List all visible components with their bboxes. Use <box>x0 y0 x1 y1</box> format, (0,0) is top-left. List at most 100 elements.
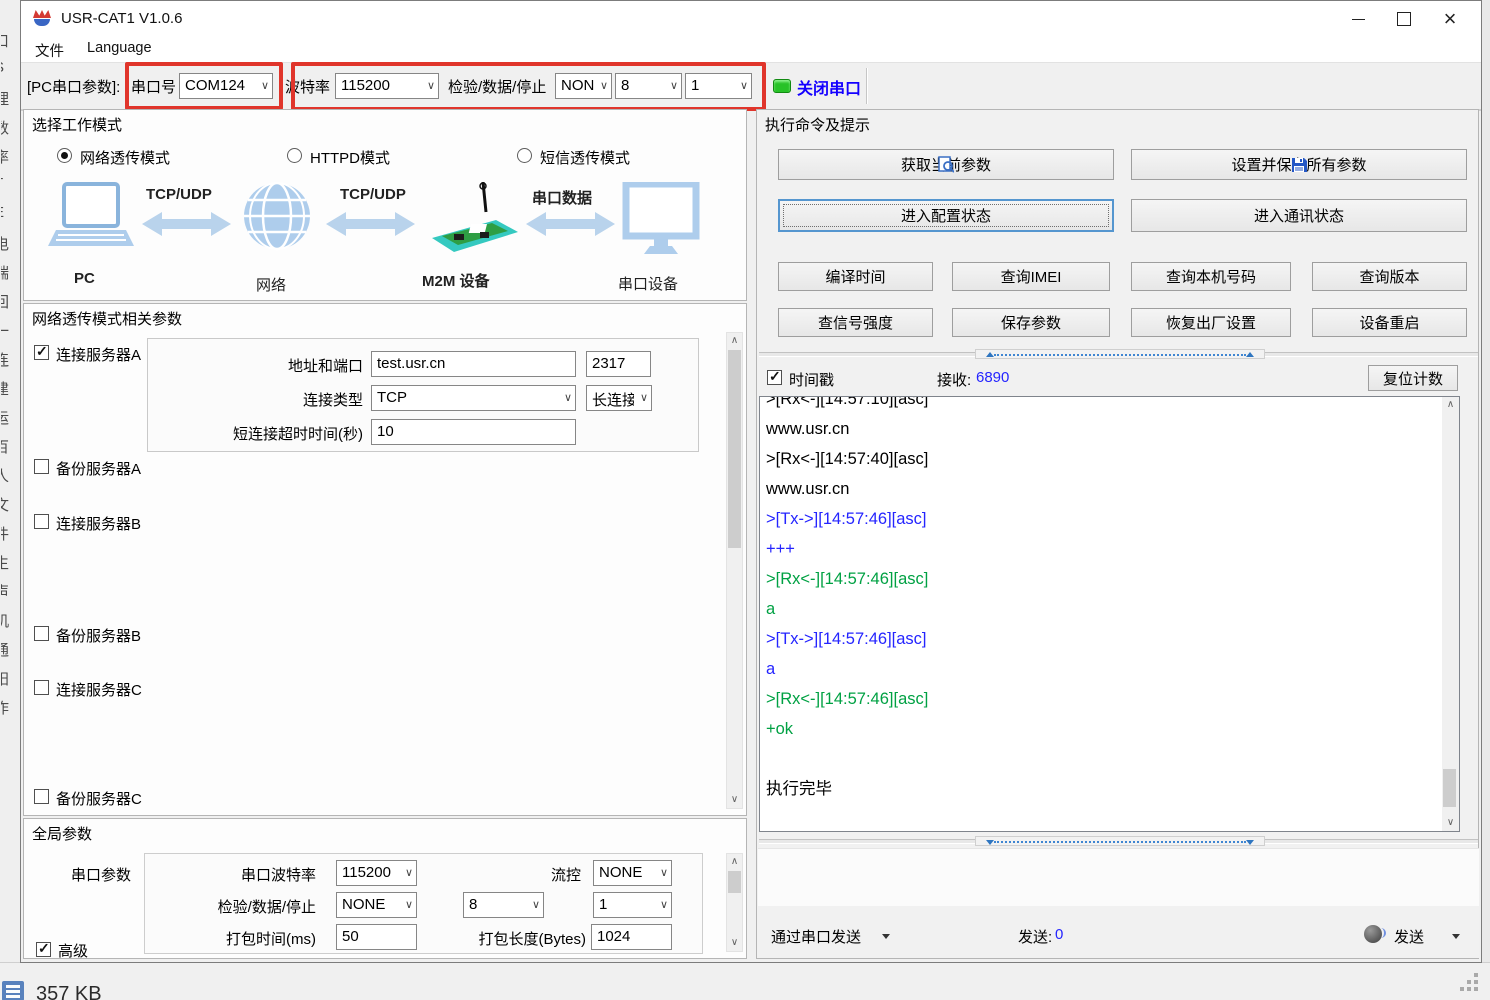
send-via-serial-dropdown[interactable]: 通过串口发送 <box>771 926 861 947</box>
server-a-checkbox[interactable]: ✓ <box>34 345 49 360</box>
global-data-bits-select[interactable]: 8∨ <box>463 892 544 918</box>
factory-reset-button[interactable]: 恢复出厂设置 <box>1131 308 1291 337</box>
short-conn-timeout-label: 短连接超时时间(秒) <box>153 423 363 444</box>
query-signal-button[interactable]: 查信号强度 <box>778 308 933 337</box>
scrollbar-thumb[interactable] <box>728 350 741 548</box>
serial-params-box: 串口波特率 115200∨ 流控 NONE∨ 检验/数据/停止 NONE∨ 8∨… <box>144 853 703 954</box>
scroll-down-icon[interactable]: ∨ <box>727 792 742 808</box>
log-line: >[Rx<-][14:57:46][asc] <box>766 564 1459 594</box>
chevron-down-icon[interactable] <box>882 934 890 939</box>
chevron-down-icon: ∨ <box>640 391 648 404</box>
scroll-up-icon[interactable]: ∧ <box>727 854 742 870</box>
command-panel: 执行命令及提示 获取当前参数 设置并保存所有参数 <box>756 109 1479 959</box>
conn-type-label: 连接类型 <box>153 389 363 410</box>
log-splitter-top[interactable] <box>759 349 1478 359</box>
send-button[interactable]: 发送 <box>1394 926 1424 947</box>
pack-time-input[interactable]: 50 <box>336 924 417 950</box>
log-splitter-bottom[interactable] <box>759 836 1478 846</box>
global-parity-select[interactable]: NONE∨ <box>336 892 417 918</box>
minimize-button[interactable] <box>1335 1 1381 37</box>
close-button[interactable]: × <box>1427 1 1473 37</box>
conn-type-select[interactable]: TCP∨ <box>371 385 576 411</box>
close-icon: × <box>1444 9 1457 29</box>
chevron-down-icon: ∨ <box>405 866 413 879</box>
background-text-fragment: 生 <box>1 552 21 581</box>
radio-net-transparent-label: 网络透传模式 <box>80 147 170 168</box>
pack-length-input[interactable]: 1024 <box>591 924 672 950</box>
arrow-icon <box>142 212 231 236</box>
maximize-button[interactable] <box>1381 1 1427 37</box>
server-a-label: 连接服务器A <box>56 344 141 365</box>
enter-config-state-button[interactable]: 进入配置状态 <box>778 199 1114 232</box>
close-port-button[interactable]: 关闭串口 <box>797 75 861 99</box>
server-a-port-input[interactable]: 2317 <box>586 351 651 377</box>
background-text-fragment: 端 <box>1 262 21 291</box>
send-textarea[interactable] <box>758 848 1479 907</box>
background-text-fragment: 连 <box>1 349 21 378</box>
background-text-fragment: S <box>1 59 21 88</box>
radio-net-transparent-mode[interactable] <box>57 148 72 163</box>
server-a-address-input[interactable]: test.usr.cn <box>371 351 576 377</box>
scrollbar-thumb[interactable] <box>1443 769 1456 807</box>
recv-count: 6890 <box>976 369 1009 386</box>
scroll-down-icon[interactable]: ∨ <box>727 935 742 951</box>
device-restart-button[interactable]: 设备重启 <box>1312 308 1467 337</box>
global-baud-select[interactable]: 115200∨ <box>336 860 417 886</box>
node-pc-label: PC <box>74 270 95 287</box>
flow-control-select[interactable]: NONE∨ <box>593 860 672 886</box>
scroll-up-icon[interactable]: ∧ <box>727 333 742 349</box>
keep-alive-select[interactable]: 长连接∨ <box>586 385 652 411</box>
screen: 口S理数率TE电端回一连建运百人文件生声机通阳作 357 KB USR-CAT1… <box>0 0 1490 1000</box>
scroll-up-icon[interactable]: ∧ <box>1442 397 1459 413</box>
background-file-size: 357 KB <box>36 983 102 1000</box>
log-textarea[interactable]: >[Rx<-][14:57:10][asc]www.usr.cn>[Rx<-][… <box>759 396 1460 832</box>
flow-control-label: 流控 <box>481 864 581 885</box>
chevron-down-icon[interactable] <box>1452 934 1460 939</box>
log-scrollbar[interactable]: ∧ ∨ <box>1442 397 1459 831</box>
backup-server-a-checkbox[interactable]: ✓ <box>34 459 49 474</box>
save-params-button[interactable]: 保存参数 <box>952 308 1110 337</box>
server-b-checkbox[interactable]: ✓ <box>34 514 49 529</box>
toolbar: [PC串口参数]: 串口号 COM124∨ 波特率 115200∨ 检验/数据/… <box>21 62 1481 111</box>
pc-serial-params-label: [PC串口参数]: <box>27 76 120 97</box>
advanced-checkbox[interactable]: ✓ <box>36 942 51 957</box>
enter-comm-state-button[interactable]: 进入通讯状态 <box>1131 199 1467 232</box>
get-params-button[interactable]: 获取当前参数 <box>778 149 1114 180</box>
short-conn-timeout-input[interactable]: 10 <box>371 419 576 445</box>
global-stop-bits-select[interactable]: 1∨ <box>593 892 672 918</box>
background-text-fragment: 人 <box>1 465 21 494</box>
log-line <box>766 744 1459 774</box>
serial-params-label: 串口参数 <box>71 864 131 885</box>
backup-server-b-checkbox[interactable]: ✓ <box>34 626 49 641</box>
query-phone-number-button[interactable]: 查询本机号码 <box>1131 262 1291 291</box>
addr-port-label: 地址和端口 <box>153 355 363 376</box>
query-imei-button[interactable]: 查询IMEI <box>952 262 1110 291</box>
pack-time-label: 打包时间(ms) <box>151 928 316 949</box>
timestamp-checkbox[interactable]: ✓ <box>767 370 782 385</box>
speaker-icon <box>1364 925 1382 943</box>
server-b-label: 连接服务器B <box>56 513 141 534</box>
menu-file[interactable]: 文件 <box>35 40 64 61</box>
background-text-fragment: T <box>1 175 21 204</box>
menu-language[interactable]: Language <box>87 40 152 56</box>
net-params-scrollbar[interactable]: ∧ ∨ <box>726 332 743 809</box>
magnifier-doc-icon <box>938 156 954 173</box>
scroll-down-icon[interactable]: ∨ <box>1442 815 1459 831</box>
compile-time-button[interactable]: 编译时间 <box>778 262 933 291</box>
reset-count-button[interactable]: 复位计数 <box>1368 365 1458 391</box>
radio-sms-mode[interactable] <box>517 148 532 163</box>
backup-server-c-checkbox[interactable]: ✓ <box>34 789 49 804</box>
node-m2m-label: M2M 设备 <box>422 270 490 291</box>
background-text-fragment: 百 <box>1 436 21 465</box>
link-tcp-udp-2: TCP/UDP <box>340 186 406 203</box>
recv-label: 接收: <box>937 369 971 390</box>
set-save-params-button[interactable]: 设置并保存所有参数 <box>1131 149 1467 180</box>
radio-httpd-mode[interactable] <box>287 148 302 163</box>
global-params-scrollbar[interactable]: ∧ ∨ <box>726 853 743 952</box>
background-text-fragment: 运 <box>1 407 21 436</box>
server-c-checkbox[interactable]: ✓ <box>34 680 49 695</box>
resize-grip-icon[interactable] <box>1452 973 1478 995</box>
query-version-button[interactable]: 查询版本 <box>1312 262 1467 291</box>
scrollbar-thumb[interactable] <box>728 871 741 893</box>
background-text-fragment: 通 <box>1 639 21 668</box>
